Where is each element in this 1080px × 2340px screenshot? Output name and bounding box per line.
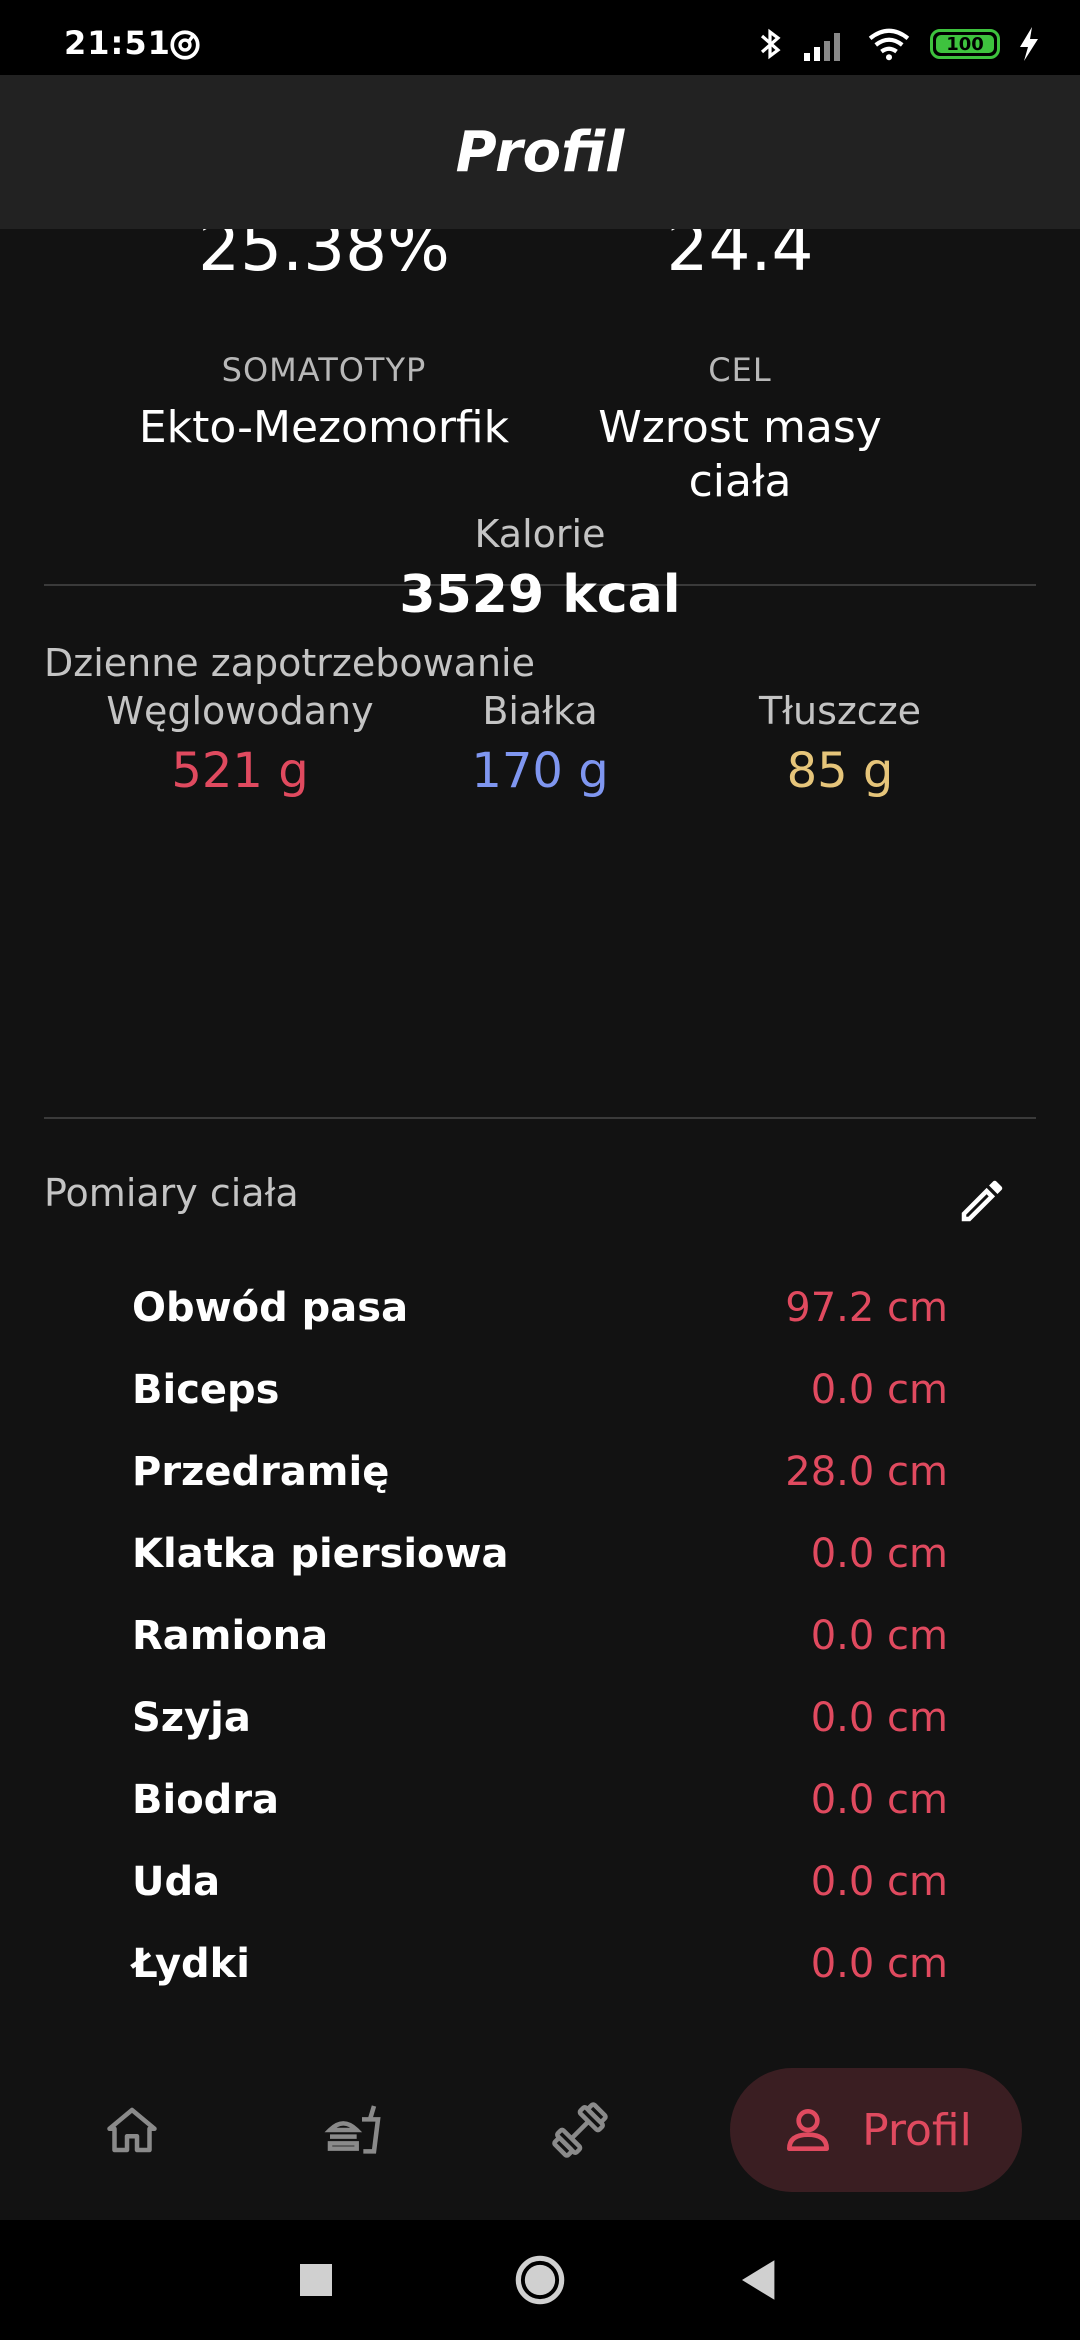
measurement-name: Łydki	[132, 1941, 250, 1987]
macro-carbs-label: Węglowodany	[106, 689, 374, 733]
battery-level: 100	[946, 33, 984, 55]
measurement-name: Obwód pasa	[132, 1285, 409, 1331]
measurement-value: 0.0 cm	[810, 1695, 948, 1741]
somatotype-label: SOMATOTYP	[221, 351, 427, 389]
app-bar: Profil	[0, 75, 1080, 229]
goal-value: Wzrost masy ciała	[598, 402, 882, 507]
measurements-list: Obwód pasa 97.2 cm Biceps 0.0 cm Przedra…	[132, 1267, 948, 2005]
measurement-value: 97.2 cm	[785, 1285, 948, 1331]
body-fat-value: 25.38%	[198, 229, 450, 286]
macro-protein-value: 170 g	[471, 743, 609, 799]
recents-button[interactable]	[286, 2250, 346, 2310]
edit-measurements-button[interactable]	[950, 1169, 1014, 1233]
measurement-name: Uda	[132, 1859, 221, 1905]
square-icon	[300, 2264, 332, 2296]
battery-icon: 100	[930, 29, 1000, 59]
macro-protein: Białka 170 g	[390, 689, 690, 799]
macro-carbs-value: 521 g	[171, 743, 309, 799]
measurement-row: Łydki 0.0 cm	[132, 1923, 948, 2005]
measurement-row: Obwód pasa 97.2 cm	[132, 1267, 948, 1349]
measurement-value: 0.0 cm	[810, 1777, 948, 1823]
bluetooth-icon	[760, 28, 781, 60]
measurement-value: 0.0 cm	[810, 1859, 948, 1905]
person-icon	[787, 2109, 830, 2151]
nav-profile-label: Profil	[862, 2104, 972, 2156]
wifi-icon	[868, 28, 910, 61]
measurement-value: 0.0 cm	[810, 1531, 948, 1577]
home-icon	[107, 2107, 157, 2153]
measurement-row: Klatka piersiowa 0.0 cm	[132, 1513, 948, 1595]
pencil-icon	[961, 1180, 1003, 1222]
back-button[interactable]	[730, 2250, 790, 2310]
at-icon	[170, 30, 200, 60]
measurement-row: Ramiona 0.0 cm	[132, 1595, 948, 1677]
calories-label: Kalorie	[474, 512, 606, 556]
macro-fat: Tłuszcze 85 g	[690, 689, 990, 799]
food-icon	[324, 2105, 381, 2154]
measurement-name: Szyja	[132, 1695, 251, 1741]
back-triangle-icon	[742, 2260, 775, 2300]
status-bar: 21:51 100	[0, 0, 1080, 75]
system-navigation-bar	[0, 2220, 1080, 2340]
profile-content[interactable]: 25.38% 24.4 SOMATOTYP CEL Ekto-Mezomorfi…	[0, 229, 1080, 2039]
measurement-value: 0.0 cm	[810, 1367, 948, 1413]
measurement-row: Uda 0.0 cm	[132, 1841, 948, 1923]
status-time: 21:51	[64, 24, 171, 62]
macro-carbs: Węglowodany 521 g	[90, 689, 390, 799]
dumbbell-icon	[552, 2102, 608, 2158]
measurement-name: Ramiona	[132, 1613, 329, 1659]
measurement-name: Biceps	[132, 1367, 280, 1413]
macro-fat-label: Tłuszcze	[758, 689, 922, 733]
nav-diet[interactable]	[294, 2070, 414, 2190]
measurement-row: Szyja 0.0 cm	[132, 1677, 948, 1759]
measurement-value: 0.0 cm	[810, 1613, 948, 1659]
signal-icon	[804, 33, 840, 61]
page-title: Profil	[455, 119, 625, 185]
circle-icon	[515, 2255, 565, 2305]
measurement-name: Biodra	[132, 1777, 280, 1823]
charging-icon	[1020, 27, 1038, 61]
measurement-value: 0.0 cm	[810, 1941, 948, 1987]
nav-profile[interactable]: Profil	[730, 2068, 1022, 2192]
divider	[44, 1117, 1036, 1119]
measurement-row: Biodra 0.0 cm	[132, 1759, 948, 1841]
measurement-value: 28.0 cm	[785, 1449, 948, 1495]
nav-home[interactable]	[72, 2070, 192, 2190]
measurements-title: Pomiary ciała	[44, 1171, 299, 1215]
daily-needs-title: Dzienne zapotrzebowanie	[44, 641, 535, 685]
measurement-name: Przedramię	[132, 1449, 390, 1495]
status-icons: 100	[756, 26, 1040, 62]
nav-workouts[interactable]	[520, 2070, 640, 2190]
home-button[interactable]	[510, 2250, 570, 2310]
macro-fat-value: 85 g	[786, 743, 894, 799]
measurement-name: Klatka piersiowa	[132, 1531, 509, 1577]
calories-value: 3529 kcal	[399, 565, 681, 625]
somatotype-value: Ekto-Mezomorfik	[138, 402, 510, 453]
bmi-value: 24.4	[666, 229, 814, 286]
goal-label: CEL	[708, 351, 772, 389]
bottom-navigation: Profil	[0, 2040, 1080, 2220]
measurement-row: Przedramię 28.0 cm	[132, 1431, 948, 1513]
measurement-row: Biceps 0.0 cm	[132, 1349, 948, 1431]
macro-protein-label: Białka	[482, 689, 598, 733]
